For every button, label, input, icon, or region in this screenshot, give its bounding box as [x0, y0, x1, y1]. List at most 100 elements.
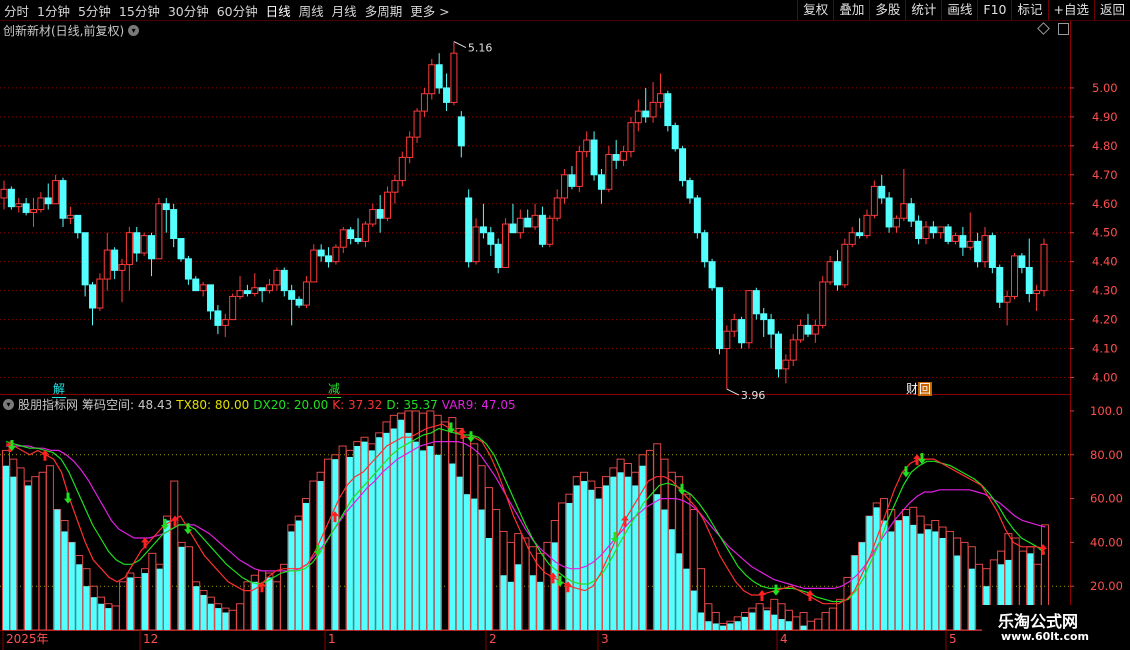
cyan-bar — [500, 575, 507, 630]
cyan-bar — [742, 616, 749, 630]
toolbar-button-0[interactable]: 复权 — [797, 0, 833, 20]
cyan-bar — [332, 459, 339, 630]
period-tab-1[interactable]: 1分钟 — [33, 1, 74, 20]
window-icon[interactable] — [1058, 23, 1069, 35]
toolbar-button-1[interactable]: 叠加 — [833, 0, 869, 20]
toolbar-button-2[interactable]: 多股 — [869, 0, 905, 20]
period-tab-10[interactable]: 更多 > — [406, 1, 453, 20]
candle-body — [664, 93, 672, 127]
candle-body — [583, 139, 591, 153]
cyan-bar — [873, 507, 880, 630]
chevron-down-icon[interactable]: ▾ — [3, 399, 14, 410]
period-tab-2[interactable]: 5分钟 — [74, 1, 115, 20]
candle-body — [620, 151, 628, 161]
cyan-bar — [917, 533, 924, 630]
candle-body — [118, 264, 126, 271]
chip-bar — [170, 480, 179, 631]
candle-body — [162, 203, 170, 211]
candle-body — [649, 101, 657, 118]
candle-body — [184, 258, 192, 280]
toolbar-button-6[interactable]: 标记 — [1011, 0, 1047, 20]
candle-body — [59, 180, 67, 219]
cyan-bar — [771, 614, 778, 630]
chip-bar — [492, 509, 501, 631]
indicator-value-5: VAR9: 47.05 — [441, 397, 516, 412]
period-tab-5[interactable]: 60分钟 — [213, 1, 262, 20]
cyan-bar — [24, 485, 31, 630]
cyan-bar — [924, 529, 931, 630]
indicator-value-0: 筹码空间: 48.43 — [82, 398, 173, 412]
candle-body — [295, 298, 303, 306]
candle-body — [494, 243, 502, 268]
cyan-bar — [800, 625, 807, 630]
time-label: 12 — [143, 632, 158, 646]
candle-body — [125, 232, 133, 266]
indicator-tick-label: 20.00 — [1090, 579, 1123, 593]
chip-bar — [38, 471, 47, 631]
toolbar-button-7[interactable]: +自选 — [1047, 0, 1094, 20]
candle-body — [273, 269, 281, 286]
candle-body — [752, 290, 760, 315]
candle-body — [804, 324, 812, 335]
chip-bar — [755, 603, 764, 631]
candle-body — [516, 217, 524, 234]
candle-body — [922, 226, 930, 240]
cyan-bar — [83, 586, 90, 630]
candle-body — [561, 174, 569, 199]
cyan-bar — [515, 564, 522, 630]
chart-title: 创新新材(日线,前复权) ▾ — [3, 22, 140, 39]
chevron-down-icon[interactable]: ▾ — [128, 25, 140, 36]
candle-body — [221, 319, 229, 326]
cyan-bar — [595, 498, 602, 630]
candle-body — [30, 209, 38, 213]
candle-body — [715, 287, 723, 350]
candle-body — [37, 197, 45, 211]
candle-body — [155, 203, 163, 260]
cyan-bar — [398, 419, 405, 630]
candle-body — [1025, 266, 1033, 295]
chip-bar — [814, 618, 823, 631]
stock-title: 创新新材(日线,前复权) — [3, 24, 125, 38]
candle-body — [634, 110, 642, 124]
period-tab-4[interactable]: 30分钟 — [164, 1, 213, 20]
chip-bar — [45, 465, 54, 631]
candle-body — [568, 174, 576, 187]
candle-body — [339, 229, 347, 248]
cyan-bar — [3, 465, 9, 630]
price-tick-label: 4.00 — [1092, 371, 1118, 385]
toolbar-button-3[interactable]: 统计 — [905, 0, 941, 20]
cyan-bar — [193, 586, 200, 630]
time-label: 2 — [489, 632, 497, 646]
period-tab-8[interactable]: 月线 — [328, 1, 361, 20]
candle-body — [66, 214, 74, 219]
candle-body — [96, 278, 104, 309]
candle-body — [915, 220, 923, 240]
toolbar-button-8[interactable]: 返回 — [1093, 0, 1130, 20]
candle-body — [701, 232, 709, 263]
candle-body — [420, 93, 428, 112]
period-tab-6[interactable]: 日线 — [262, 1, 295, 20]
candle-body — [103, 249, 111, 280]
period-tab-9[interactable]: 多周期 — [361, 1, 407, 20]
candle-body — [1003, 295, 1011, 303]
candle-body — [988, 235, 996, 268]
toolbar-button-4[interactable]: 画线 — [941, 0, 977, 20]
candle-body — [693, 197, 701, 234]
event-tag-cai[interactable]: 财回 — [905, 380, 933, 397]
cyan-bar — [690, 590, 697, 630]
candle-body — [317, 249, 325, 257]
time-label: 2025年 — [6, 632, 49, 646]
candle-body — [302, 281, 310, 306]
candle-body — [457, 116, 465, 147]
time-label: 1 — [328, 632, 336, 646]
toolbar-button-5[interactable]: F10 — [977, 0, 1011, 20]
chip-bar — [184, 546, 193, 631]
cyan-bar — [910, 524, 917, 630]
candle-body — [1033, 290, 1041, 295]
candle-body — [944, 226, 952, 242]
candle-body — [878, 185, 886, 199]
period-tab-0[interactable]: 分时 — [0, 1, 33, 20]
candle-body — [89, 284, 97, 309]
period-tab-3[interactable]: 15分钟 — [115, 1, 164, 20]
period-tab-7[interactable]: 周线 — [295, 1, 328, 20]
